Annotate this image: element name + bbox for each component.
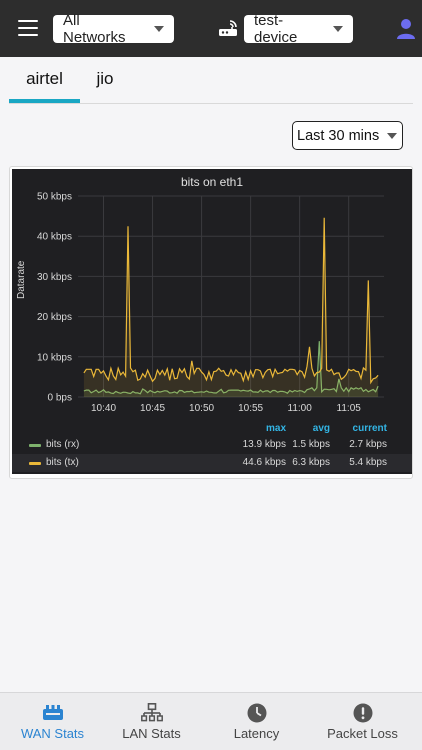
active-tab-indicator [9, 99, 80, 103]
lan-icon [141, 703, 163, 722]
clock-icon [247, 703, 267, 723]
time-range-value: Last 30 mins [297, 127, 380, 144]
y-tick-label: 20 kbps [37, 312, 72, 323]
legend-series-name: bits (rx) [46, 439, 80, 450]
y-tick-label: 40 kbps [37, 232, 72, 243]
bottom-navigation: WAN Stats LAN Stats Latency Packet Loss [0, 692, 422, 750]
nav-label: LAN Stats [122, 726, 181, 741]
legend-header-avg: avg [312, 423, 330, 434]
x-tick-label: 11:00 [288, 403, 313, 414]
nav-label: WAN Stats [20, 726, 85, 741]
chevron-down-icon [387, 132, 398, 139]
x-tick-label: 10:55 [238, 403, 263, 414]
legend-current: 2.7 kbps [349, 439, 387, 450]
time-range-select[interactable]: Last 30 mins [292, 121, 403, 150]
x-tick-label: 10:45 [140, 403, 165, 414]
legend-series-name: bits (tx) [46, 457, 79, 468]
nav-latency[interactable]: Latency [204, 693, 309, 750]
legend-current: 5.4 kbps [349, 457, 387, 468]
top-bar: All Networks test-device [0, 0, 422, 57]
legend-swatch [29, 462, 41, 465]
legend-avg: 6.3 kbps [292, 457, 330, 468]
legend-row-tx[interactable]: bits (tx) 44.6 kbps 6.3 kbps 5.4 kbps [12, 454, 412, 472]
y-tick-label: 50 kbps [37, 192, 72, 203]
network-select[interactable]: All Networks [53, 12, 174, 46]
y-tick-label: 30 kbps [37, 272, 72, 283]
chevron-down-icon [333, 26, 343, 32]
chart-card: bits on eth1 Datarate 0 bps 10 kbps 20 kbp… [9, 166, 413, 479]
nav-label: Latency [233, 726, 280, 741]
wan-icon [43, 705, 63, 720]
nav-wan-stats[interactable]: WAN Stats [0, 693, 105, 750]
chevron-down-icon [154, 26, 164, 32]
y-tick-label: 0 bps [48, 393, 72, 404]
legend-header-current: current [352, 423, 387, 434]
network-select-value: All Networks [63, 12, 126, 46]
device-select[interactable]: test-device [244, 12, 353, 46]
tab-jio[interactable]: jio [84, 57, 126, 103]
user-icon[interactable] [396, 18, 416, 40]
y-tick-label: 10 kbps [37, 352, 72, 363]
network-tabs: airtel jio [9, 57, 413, 104]
x-tick-label: 10:40 [91, 403, 116, 414]
tab-airtel[interactable]: airtel [9, 57, 80, 103]
alert-icon [353, 703, 373, 723]
legend-swatch [29, 444, 41, 447]
chart-panel: bits on eth1 Datarate 0 bps 10 kbps 20 kbp… [12, 169, 412, 474]
x-tick-label: 10:50 [189, 403, 214, 414]
router-icon [219, 20, 237, 36]
legend-header-max: max [265, 423, 286, 434]
menu-icon[interactable] [18, 20, 38, 36]
legend-avg: 1.5 kbps [292, 439, 330, 450]
legend-max: 13.9 kbps [242, 439, 286, 450]
x-tick-label: 11:05 [337, 403, 362, 414]
nav-packet-loss[interactable]: Packet Loss [310, 693, 415, 750]
legend-max: 44.6 kbps [242, 457, 286, 468]
nav-lan-stats[interactable]: LAN Stats [99, 693, 204, 750]
legend-row-rx[interactable]: bits (rx) 13.9 kbps 1.5 kbps 2.7 kbps [12, 436, 412, 454]
device-select-value: test-device [254, 12, 298, 46]
nav-label: Packet Loss [327, 726, 398, 741]
